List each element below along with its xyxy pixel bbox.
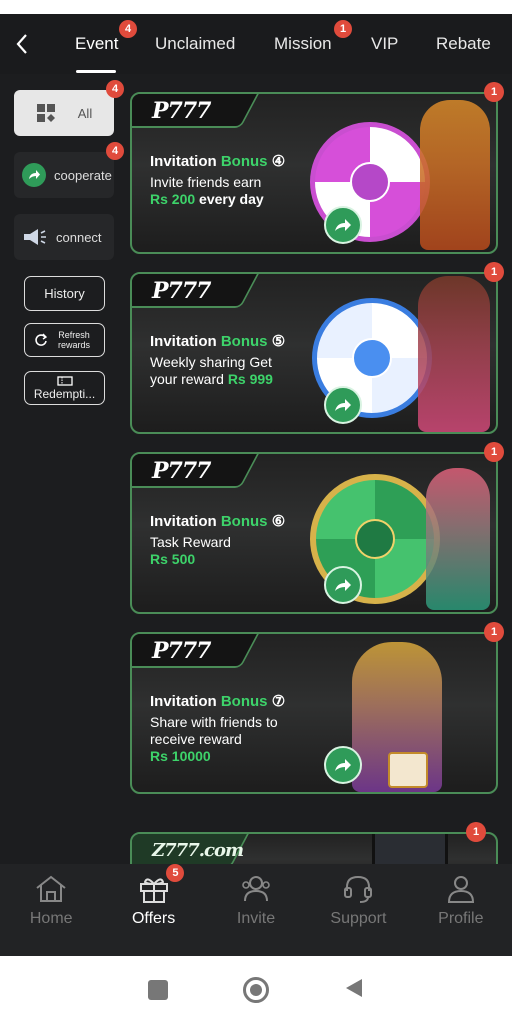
brand-logo: P777: [152, 638, 211, 664]
card-badge: 1: [484, 442, 504, 462]
back-button[interactable]: [0, 14, 44, 74]
share-arrow-icon: [335, 759, 351, 771]
sidebar-all-badge: 4: [106, 80, 124, 98]
character-illustration: [418, 276, 490, 432]
card-title: Invitation Bonus ④: [150, 153, 286, 170]
share-arrow-icon: [335, 399, 351, 411]
sidebar-item-cooperate[interactable]: cooperate: [14, 152, 114, 198]
sidebar-cooperate-badge: 4: [106, 142, 124, 160]
top-tab-bar: Event 4 Unclaimed Mission 1 VIP Rebate: [0, 14, 512, 74]
refresh-icon: [35, 333, 48, 346]
offers-badge: 5: [166, 864, 185, 882]
share-icon: [22, 163, 46, 187]
wheel-hub: [352, 338, 392, 378]
sidebar-item-connect[interactable]: connect: [14, 214, 114, 260]
brand-logo: P777: [152, 278, 211, 304]
brand-logo: P777: [152, 458, 211, 484]
ticket-icon: [56, 375, 73, 386]
offer-card-z777[interactable]: Z777.com: [130, 832, 498, 864]
back-system-button[interactable]: [344, 977, 364, 1004]
share-arrow-icon: [335, 219, 351, 231]
chevron-left-icon: [16, 34, 27, 54]
card-badge: 1: [484, 622, 504, 642]
home-icon: [36, 875, 66, 902]
triangle-back-icon: [346, 978, 363, 997]
recent-apps-button[interactable]: [147, 980, 168, 1000]
sidebar-item-label: All: [77, 105, 93, 121]
nav-offers[interactable]: Offers 5: [102, 864, 204, 956]
tab-vip[interactable]: VIP: [371, 14, 398, 74]
grid-icon: [36, 104, 55, 122]
offer-card-invitation-bonus-4[interactable]: P777 Invitation Bonus ④ Invite friends e…: [130, 92, 498, 254]
sidebar-item-label: cooperate: [54, 167, 112, 183]
nav-profile[interactable]: Profile: [410, 864, 512, 956]
card-title: Invitation Bonus ⑤: [150, 333, 286, 350]
tab-rebate[interactable]: Rebate: [436, 14, 491, 74]
calendar-graphic: [388, 752, 428, 788]
brand-logo: P777: [152, 98, 211, 124]
nav-support[interactable]: Support: [307, 864, 409, 956]
sidebar-item-all[interactable]: All: [14, 90, 114, 136]
category-sidebar: All 4 cooperate 4 connect History Refres…: [0, 74, 126, 864]
offer-card-invitation-bonus-6[interactable]: P777 Invitation Bonus ⑥ Task Reward Rs 50…: [130, 452, 498, 614]
nav-home[interactable]: Home: [0, 864, 102, 956]
phone-graphic: [372, 834, 448, 864]
tab-mission-badge: 1: [334, 20, 352, 38]
offers-list: P777 Invitation Bonus ④ Invite friends e…: [126, 74, 512, 864]
home-system-button[interactable]: [242, 977, 269, 1003]
tab-event[interactable]: Event: [75, 14, 118, 74]
gift-icon: [139, 878, 168, 903]
people-icon: [242, 876, 270, 902]
system-nav-bar: [0, 956, 512, 1024]
offer-card-invitation-bonus-7[interactable]: P777 Invitation Bonus ⑦ Share with frien…: [130, 632, 498, 794]
character-illustration: [420, 100, 490, 250]
card-title: Invitation Bonus ⑦: [150, 693, 286, 710]
wheel-hub: [350, 162, 390, 202]
status-bar: [0, 0, 512, 14]
person-icon: [447, 876, 474, 903]
tab-unclaimed[interactable]: Unclaimed: [155, 14, 235, 74]
bottom-nav: Home Offers 5 Invite Support Profile: [0, 864, 512, 956]
tab-mission[interactable]: Mission: [274, 14, 332, 74]
headset-icon: [344, 875, 373, 903]
card-badge: 1: [466, 822, 486, 842]
share-arrow-icon: [335, 579, 351, 591]
share-button[interactable]: [324, 206, 362, 244]
card-description: Weekly sharing Get your reward Rs 999: [150, 354, 273, 387]
share-button[interactable]: [324, 746, 362, 784]
offer-card-invitation-bonus-5[interactable]: P777 Invitation Bonus ⑤ Weekly sharing G…: [130, 272, 498, 434]
card-badge: 1: [484, 82, 504, 102]
card-description: Task Reward Rs 500: [150, 534, 231, 567]
refresh-rewards-button[interactable]: Refresh rewards: [24, 323, 105, 357]
active-tab-indicator: [76, 70, 116, 73]
tab-event-badge: 4: [119, 20, 137, 38]
history-button[interactable]: History: [24, 276, 105, 311]
redemption-button[interactable]: Redempti...: [24, 371, 105, 405]
brand-logo: Z777.com: [152, 840, 244, 861]
sidebar-item-label: connect: [56, 229, 102, 245]
nav-invite[interactable]: Invite: [205, 864, 307, 956]
card-badge: 1: [484, 262, 504, 282]
megaphone-icon: [24, 229, 46, 245]
card-description: Invite friends earn Rs 200 every day: [150, 174, 264, 207]
share-button[interactable]: [324, 386, 362, 424]
wheel-hub: [355, 519, 395, 559]
card-title: Invitation Bonus ⑥: [150, 513, 286, 530]
share-button[interactable]: [324, 566, 362, 604]
card-description: Share with friends to receive reward Rs 10…: [150, 714, 278, 764]
character-illustration: [426, 468, 490, 610]
